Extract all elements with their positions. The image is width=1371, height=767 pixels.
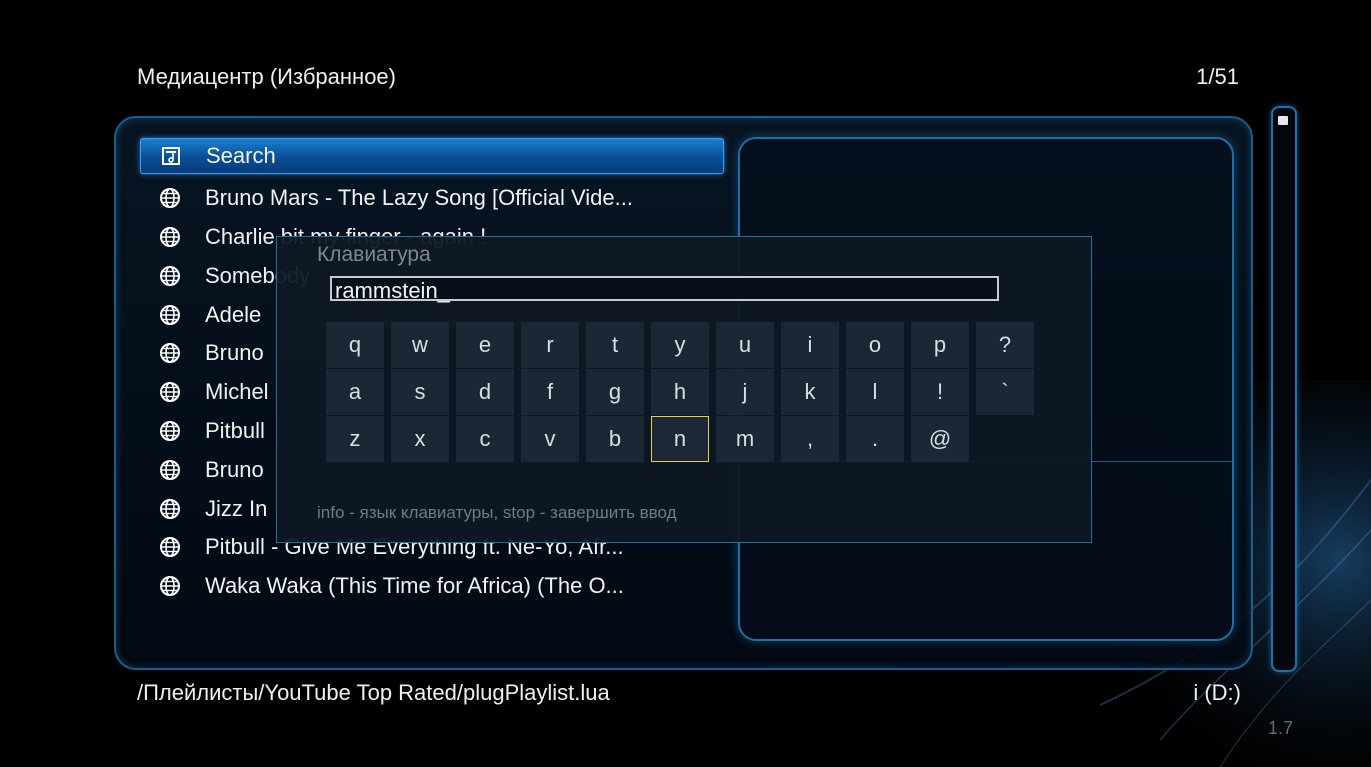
key-g[interactable]: g [586,369,644,415]
keyboard-hint: info - язык клавиатуры, stop - завершить… [317,503,677,522]
list-item-label: Waka Waka (This Time for Africa) (The O.… [205,573,624,599]
key-w[interactable]: w [391,322,449,368]
key-period[interactable]: . [846,416,904,462]
globe-icon [158,264,182,288]
keyboard-row-3: z x c v b n m , . @ [326,416,976,462]
key-m[interactable]: m [716,416,774,462]
key-c[interactable]: c [456,416,514,462]
key-backtick[interactable]: ` [976,369,1034,415]
globe-icon [158,458,182,482]
version-label: 1.7 [1267,718,1293,738]
keyboard-row-1: q w e r t y u i o p ? [326,322,1041,368]
key-s[interactable]: s [391,369,449,415]
key-r[interactable]: r [521,322,579,368]
globe-icon [158,535,182,559]
key-z[interactable]: z [326,416,384,462]
key-p[interactable]: p [911,322,969,368]
key-t[interactable]: t [586,322,644,368]
key-at[interactable]: @ [911,416,969,462]
list-item[interactable]: Waka Waka (This Time for Africa) (The O.… [140,567,724,606]
key-comma[interactable]: , [781,416,839,462]
key-k[interactable]: k [781,369,839,415]
key-u[interactable]: u [716,322,774,368]
scrollbar[interactable] [1271,106,1297,672]
globe-icon [158,341,182,365]
key-i[interactable]: i [781,322,839,368]
key-n[interactable]: n [651,416,709,462]
drive-indicator: i (D:) [1193,680,1241,705]
scroll-thumb[interactable] [1278,116,1288,125]
key-e[interactable]: e [456,322,514,368]
playlist-icon [159,144,183,168]
key-question[interactable]: ? [976,322,1034,368]
keyboard-title: Клавиатура [317,243,431,266]
onscreen-keyboard-dialog: Клавиатура rammstein_ q w e r t y u i o … [276,236,1092,543]
globe-icon [158,186,182,210]
key-b[interactable]: b [586,416,644,462]
page-title: Медиацентр (Избранное) [137,64,396,89]
key-j[interactable]: j [716,369,774,415]
key-exclamation[interactable]: ! [911,369,969,415]
list-item-label: Adele [205,301,262,327]
globe-icon [158,419,182,443]
globe-icon [158,225,182,249]
current-path: /Плейлисты/YouTube Top Rated/plugPlaylis… [137,680,610,705]
list-item-label: Bruno [205,456,264,482]
globe-icon [158,574,182,598]
globe-icon [158,380,182,404]
globe-icon [158,497,182,521]
key-x[interactable]: x [391,416,449,462]
key-o[interactable]: o [846,322,904,368]
list-item-label: Bruno [205,340,264,366]
key-f[interactable]: f [521,369,579,415]
key-l[interactable]: l [846,369,904,415]
list-item-label: Search [206,143,276,168]
list-item-search[interactable]: Search [140,138,724,174]
key-d[interactable]: d [456,369,514,415]
list-item-label: Jizz In [205,495,268,521]
list-item-label: Bruno Mars - The Lazy Song [Official Vid… [205,185,633,211]
keyboard-input-field[interactable]: rammstein_ [330,276,999,303]
globe-icon [158,303,182,327]
list-item[interactable]: Bruno Mars - The Lazy Song [Official Vid… [140,179,724,218]
keyboard-row-2: a s d f g h j k l ! ` [326,369,1041,415]
list-item-label: Pitbull [205,417,265,443]
key-q[interactable]: q [326,322,384,368]
list-item-label: Michel [205,379,269,405]
page-counter: 1/51 [1196,64,1239,89]
key-v[interactable]: v [521,416,579,462]
key-a[interactable]: a [326,369,384,415]
key-y[interactable]: y [651,322,709,368]
key-h[interactable]: h [651,369,709,415]
